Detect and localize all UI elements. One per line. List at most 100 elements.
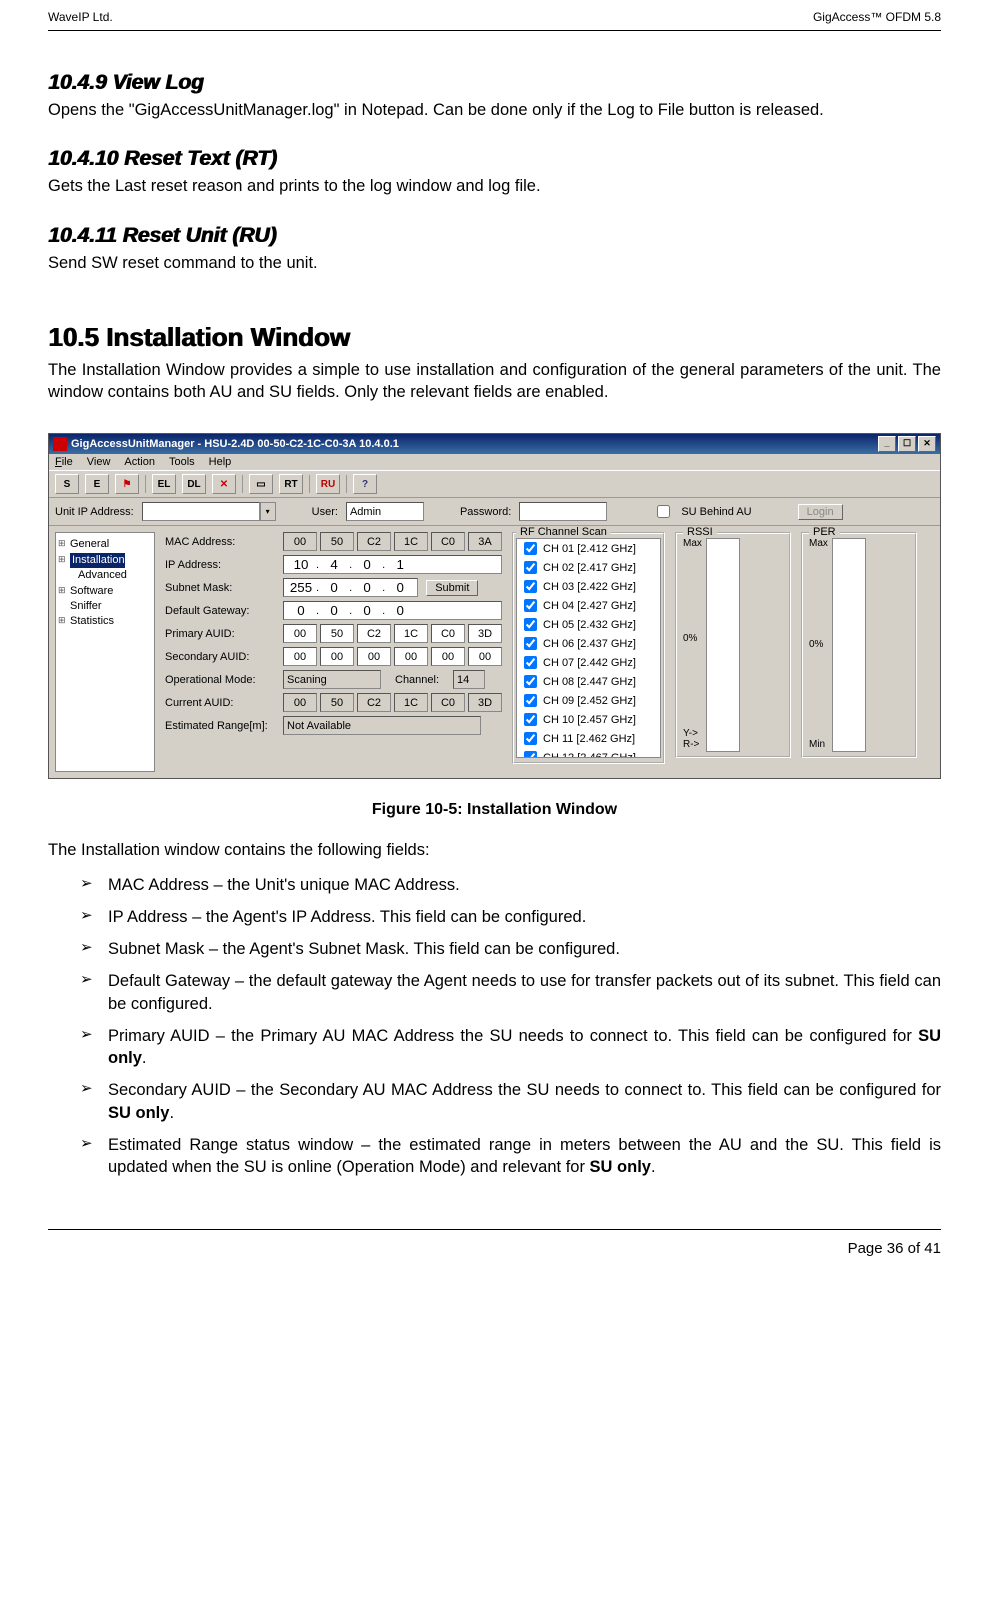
sauid-label: Secondary AUID: xyxy=(165,651,275,663)
channel-item[interactable]: CH 05 [2.432 GHz] xyxy=(517,615,660,634)
unit-ip-input[interactable] xyxy=(142,502,260,521)
channel-item[interactable]: CH 12 [2.467 GHz] xyxy=(517,748,660,758)
tool-s[interactable]: S xyxy=(55,474,79,494)
gw-1[interactable] xyxy=(319,602,349,619)
channel-checkbox[interactable] xyxy=(524,618,537,631)
channel-item[interactable]: CH 02 [2.417 GHz] xyxy=(517,558,660,577)
close-button[interactable]: ✕ xyxy=(918,436,936,452)
channel-item[interactable]: CH 11 [2.462 GHz] xyxy=(517,729,660,748)
channel-checkbox[interactable] xyxy=(524,713,537,726)
gw-2[interactable] xyxy=(352,602,382,619)
gw-0[interactable] xyxy=(286,602,316,619)
channel-item[interactable]: CH 09 [2.452 GHz] xyxy=(517,691,660,710)
su-behind-au-checkbox[interactable] xyxy=(657,505,670,518)
submit-button[interactable]: Submit xyxy=(426,580,478,596)
tree-general[interactable]: General xyxy=(60,537,150,552)
per-meter: PER Max 0% Min xyxy=(801,532,917,758)
tool-flag-icon[interactable]: ⚑ xyxy=(115,474,139,494)
tool-help-icon[interactable]: ? xyxy=(353,474,377,494)
maximize-button[interactable]: ☐ xyxy=(898,436,916,452)
nav-tree[interactable]: General Installation Advanced Software S… xyxy=(55,532,155,772)
section-body: Send SW reset command to the unit. xyxy=(48,252,941,274)
minimize-button[interactable]: _ xyxy=(878,436,896,452)
channel-checkbox[interactable] xyxy=(524,656,537,669)
ip-input[interactable]: ... xyxy=(283,555,502,574)
tree-software[interactable]: Software xyxy=(60,584,150,599)
channel-item[interactable]: CH 06 [2.437 GHz] xyxy=(517,634,660,653)
gw-3[interactable] xyxy=(385,602,415,619)
rssi-title: RSSI xyxy=(683,526,717,538)
menu-tools[interactable]: Tools xyxy=(169,456,195,468)
channel-item[interactable]: CH 07 [2.442 GHz] xyxy=(517,653,660,672)
titlebar: GigAccessUnitManager - HSU-2.4D 00-50-C2… xyxy=(49,434,940,454)
gw-input[interactable]: ... xyxy=(283,601,502,620)
channel-checkbox[interactable] xyxy=(524,561,537,574)
password-input[interactable] xyxy=(519,502,607,521)
mac-1 xyxy=(320,532,354,551)
mac-5 xyxy=(468,532,502,551)
dropdown-icon[interactable]: ▾ xyxy=(260,502,276,521)
tool-e[interactable]: E xyxy=(85,474,109,494)
pauid-5[interactable] xyxy=(468,624,502,643)
channel-checkbox[interactable] xyxy=(524,637,537,650)
tree-installation[interactable]: Installation xyxy=(60,553,150,568)
sauid-1[interactable] xyxy=(320,647,354,666)
sauid-4[interactable] xyxy=(431,647,465,666)
channel-item[interactable]: CH 03 [2.422 GHz] xyxy=(517,577,660,596)
menu-file[interactable]: File xyxy=(55,456,73,468)
rf-channel-scan-group: RF Channel Scan CH 01 [2.412 GHz] CH 02 … xyxy=(512,532,665,764)
channel-checkbox[interactable] xyxy=(524,694,537,707)
tool-dl[interactable]: DL xyxy=(182,474,206,494)
tool-el[interactable]: EL xyxy=(152,474,176,494)
channel-checkbox[interactable] xyxy=(524,751,537,758)
tree-statistics[interactable]: Statistics xyxy=(60,614,150,629)
tool-ru[interactable]: RU xyxy=(316,474,340,494)
menu-help[interactable]: Help xyxy=(209,456,232,468)
menu-action[interactable]: Action xyxy=(124,456,155,468)
sauid-5[interactable] xyxy=(468,647,502,666)
channel-item[interactable]: CH 10 [2.457 GHz] xyxy=(517,710,660,729)
field-item: MAC Address – the Unit's unique MAC Addr… xyxy=(48,874,941,896)
tool-doc-icon[interactable]: ▭ xyxy=(249,474,273,494)
channel-checkbox[interactable] xyxy=(524,675,537,688)
channel-list[interactable]: CH 01 [2.412 GHz] CH 02 [2.417 GHz] CH 0… xyxy=(516,538,661,758)
user-input[interactable] xyxy=(346,502,424,521)
mac-label: MAC Address: xyxy=(165,536,275,548)
sauid-2[interactable] xyxy=(357,647,391,666)
rssi-r: R-> xyxy=(683,739,702,750)
channel-item[interactable]: CH 04 [2.427 GHz] xyxy=(517,596,660,615)
subnet-3[interactable] xyxy=(385,579,415,596)
pauid-2[interactable] xyxy=(357,624,391,643)
channel-checkbox[interactable] xyxy=(524,580,537,593)
tool-rt[interactable]: RT xyxy=(279,474,303,494)
subnet-1[interactable] xyxy=(319,579,349,596)
cauid-2 xyxy=(357,693,391,712)
pauid-3[interactable] xyxy=(394,624,428,643)
login-button[interactable]: Login xyxy=(798,504,843,520)
ip-0[interactable] xyxy=(286,556,316,573)
ip-3[interactable] xyxy=(385,556,415,573)
channel-checkbox[interactable] xyxy=(524,542,537,555)
ip-label: Unit IP Address: xyxy=(55,506,134,518)
tool-x[interactable]: ✕ xyxy=(212,474,236,494)
rssi-y: Y-> xyxy=(683,728,702,739)
sauid-3[interactable] xyxy=(394,647,428,666)
ip-2[interactable] xyxy=(352,556,382,573)
channel-item[interactable]: CH 08 [2.447 GHz] xyxy=(517,672,660,691)
section-body: Opens the "GigAccessUnitManager.log" in … xyxy=(48,99,941,121)
sauid-0[interactable] xyxy=(283,647,317,666)
subnet-0[interactable] xyxy=(286,579,316,596)
pauid-1[interactable] xyxy=(320,624,354,643)
subnet-2[interactable] xyxy=(352,579,382,596)
subnet-input[interactable]: ... xyxy=(283,578,418,597)
ip-1[interactable] xyxy=(319,556,349,573)
pauid-0[interactable] xyxy=(283,624,317,643)
channel-checkbox[interactable] xyxy=(524,732,537,745)
channel-checkbox[interactable] xyxy=(524,599,537,612)
tree-sniffer[interactable]: Sniffer xyxy=(60,599,150,614)
tree-advanced[interactable]: Advanced xyxy=(60,568,150,583)
menu-view[interactable]: View xyxy=(87,456,111,468)
section-title: 10.5 Installation Window xyxy=(48,322,941,353)
pauid-4[interactable] xyxy=(431,624,465,643)
channel-item[interactable]: CH 01 [2.412 GHz] xyxy=(517,539,660,558)
